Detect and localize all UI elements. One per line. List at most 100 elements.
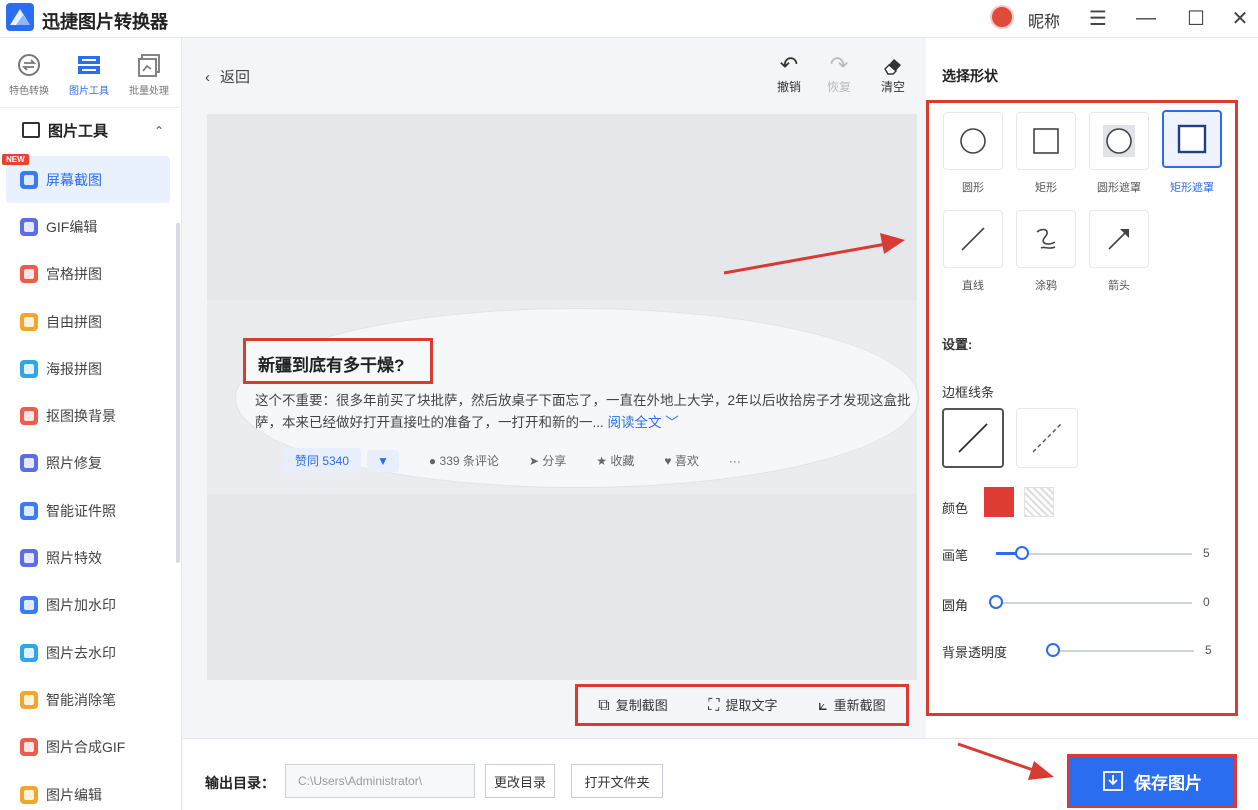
- doodle-icon: [1036, 228, 1056, 249]
- clear-button[interactable]: 清空: [873, 52, 913, 95]
- section-header[interactable]: 图片工具: [22, 120, 108, 141]
- tool-menu: NEW 屏幕截图 GIF编辑 宫格拼图 自由拼图 海报拼图 抠图换背景 照片修复…: [2, 154, 170, 810]
- radius-slider[interactable]: [996, 602, 1192, 604]
- shape-arrow-button[interactable]: [1089, 210, 1149, 268]
- redo-button[interactable]: ↷ 恢复: [819, 52, 859, 95]
- shape-circle-mask-button[interactable]: [1089, 112, 1149, 170]
- radius-slider-knob[interactable]: [989, 595, 1003, 609]
- color-swatch-red[interactable]: [984, 487, 1014, 517]
- shape-doodle-label: 涂鸦: [1035, 280, 1057, 292]
- vote-down-badge: ▼: [367, 449, 399, 472]
- open-folder-button[interactable]: 打开文件夹: [571, 764, 663, 798]
- shape-line-label: 直线: [962, 280, 984, 292]
- sidebar-item-images-to-gif[interactable]: 图片合成GIF: [6, 724, 170, 771]
- user-avatar[interactable]: [990, 5, 1014, 29]
- color-swatch-transparent[interactable]: [1024, 487, 1054, 517]
- brush-label: 画笔: [942, 548, 969, 563]
- panel-title: 选择形状: [942, 68, 998, 84]
- dashed-line-button[interactable]: [1016, 408, 1078, 468]
- sidebar-item-cutout-background[interactable]: 抠图换背景: [6, 392, 170, 439]
- rectangle-mask-icon: [1177, 124, 1207, 154]
- tab-feature-convert-label: 特色转换: [9, 86, 49, 97]
- image-tools-icon: [78, 56, 100, 74]
- maximize-icon[interactable]: ☐: [1182, 4, 1210, 32]
- crop-icon: ⟀: [818, 697, 828, 714]
- undo-button[interactable]: ↶ 撤销: [769, 52, 809, 95]
- eraser-pen-icon: [20, 690, 38, 709]
- close-icon[interactable]: ✕: [1226, 4, 1254, 32]
- sidebar-item-eraser[interactable]: 智能消除笔: [6, 676, 170, 723]
- retake-screenshot-button[interactable]: ⟀ 重新截图: [818, 695, 886, 715]
- post-action-bar: 赞同 5340 ▼ ● 339 条评论 ➤ 分享 ★ 收藏 ♥ 喜欢 ···: [283, 448, 741, 473]
- output-dir-label: 输出目录：: [205, 775, 275, 791]
- sidebar-item-poster-collage[interactable]: 海报拼图: [6, 345, 170, 392]
- edit-canvas[interactable]: 新疆到底有多干燥? 这个不重要：很多年前买了块批萨，然后放桌子下面忘了，一直在外…: [207, 114, 919, 680]
- sidebar-item-label: 智能消除笔: [46, 691, 116, 708]
- remove-watermark-icon: [20, 643, 38, 662]
- save-image-button[interactable]: 保存图片: [1067, 754, 1237, 808]
- opacity-label: 背景透明度: [942, 645, 1008, 660]
- redo-label: 恢复: [826, 80, 851, 94]
- sidebar-scrollbar[interactable]: [176, 223, 180, 563]
- tab-batch-process[interactable]: 批量处理: [120, 46, 178, 102]
- settings-title: 设置:: [942, 337, 973, 352]
- sidebar-top-tabs: 特色转换 图片工具 批量处理: [0, 38, 182, 108]
- sidebar-item-screenshot[interactable]: NEW 屏幕截图: [2, 154, 170, 204]
- post-text: 这个不重要：很多年前买了块批萨，然后放桌子下面忘了，一直在外地上大学，2年以后收…: [255, 390, 925, 434]
- radius-value: 0: [1203, 595, 1210, 609]
- sidebar-item-photo-repair[interactable]: 照片修复: [6, 440, 170, 487]
- sidebar-item-grid-collage[interactable]: 宫格拼图: [6, 251, 170, 298]
- main-area: ‹ 返回 ↶ 撤销 ↷ 恢复 清空 新疆到底有多干燥? 这个不重要：很多年前买了块…: [183, 38, 925, 738]
- title-bar: 迅捷图片转换器 昵称 ☰ — ☐ ✕: [0, 0, 1258, 38]
- gif-icon: [20, 217, 38, 236]
- convert-icon: [18, 54, 40, 76]
- collapse-chevron-icon[interactable]: ⌃: [154, 124, 164, 138]
- share-action: ➤ 分享: [528, 454, 567, 468]
- repair-icon: [20, 454, 38, 473]
- change-dir-button[interactable]: 更改目录: [485, 764, 555, 798]
- watermark-icon: [20, 596, 38, 615]
- post-body: 这个不重要：很多年前买了块批萨，然后放桌子下面忘了，一直在外地上大学，2年以后收…: [255, 393, 911, 430]
- shape-line-button[interactable]: [943, 210, 1003, 268]
- sidebar-item-label: 照片修复: [46, 455, 102, 472]
- opacity-slider[interactable]: [1048, 650, 1194, 652]
- opacity-slider-knob[interactable]: [1046, 643, 1060, 657]
- screenshot-actions: ⧉ 复制截图 ⛶ 提取文字 ⟀ 重新截图: [575, 684, 909, 726]
- copy-screenshot-button[interactable]: ⧉ 复制截图: [598, 695, 667, 715]
- shape-rect-mask-label: 矩形遮罩: [1170, 182, 1214, 194]
- app-logo-icon: [6, 3, 34, 31]
- app-title: 迅捷图片转换器: [42, 12, 168, 32]
- footer-bar: 输出目录： 更改目录 打开文件夹 保存图片: [183, 738, 1258, 810]
- menu-icon[interactable]: ☰: [1084, 4, 1112, 32]
- sidebar-item-remove-watermark[interactable]: 图片去水印: [6, 629, 170, 676]
- sidebar-item-photo-effects[interactable]: 照片特效: [6, 534, 170, 581]
- sidebar-item-image-edit[interactable]: 图片编辑: [6, 771, 170, 810]
- shape-rect-mask-button[interactable]: [1162, 110, 1222, 168]
- color-label: 颜色: [942, 501, 969, 516]
- grid-icon: [20, 265, 38, 284]
- sidebar-item-label: 抠图换背景: [46, 408, 116, 425]
- solid-line-button[interactable]: [942, 408, 1004, 468]
- back-button[interactable]: ‹ 返回: [205, 66, 250, 87]
- sidebar-item-id-photo[interactable]: 智能证件照: [6, 487, 170, 534]
- tools-section-icon: [22, 122, 40, 138]
- brush-slider-knob[interactable]: [1015, 546, 1029, 560]
- user-name[interactable]: 昵称: [1028, 8, 1060, 32]
- extract-label: 提取文字: [725, 698, 778, 713]
- tab-image-tools[interactable]: 图片工具: [60, 46, 118, 102]
- shape-doodle-button[interactable]: [1016, 210, 1076, 268]
- sidebar-item-gif-edit[interactable]: GIF编辑: [6, 203, 170, 250]
- comment-label: 339 条评论: [439, 454, 499, 468]
- sidebar-item-add-watermark[interactable]: 图片加水印: [6, 582, 170, 629]
- minimize-icon[interactable]: —: [1132, 4, 1160, 32]
- shape-circle-button[interactable]: [943, 112, 1003, 170]
- extract-text-button[interactable]: ⛶ 提取文字: [708, 695, 777, 715]
- comment-count: ● 339 条评论: [428, 454, 499, 468]
- sidebar-item-label: 宫格拼图: [46, 266, 102, 283]
- sidebar-item-free-collage[interactable]: 自由拼图: [6, 298, 170, 345]
- tab-feature-convert[interactable]: 特色转换: [0, 46, 58, 102]
- sidebar-item-label: 图片合成GIF: [46, 739, 126, 756]
- output-path-input[interactable]: [285, 764, 475, 798]
- tab-batch-process-label: 批量处理: [129, 86, 169, 97]
- shape-rect-button[interactable]: [1016, 112, 1076, 170]
